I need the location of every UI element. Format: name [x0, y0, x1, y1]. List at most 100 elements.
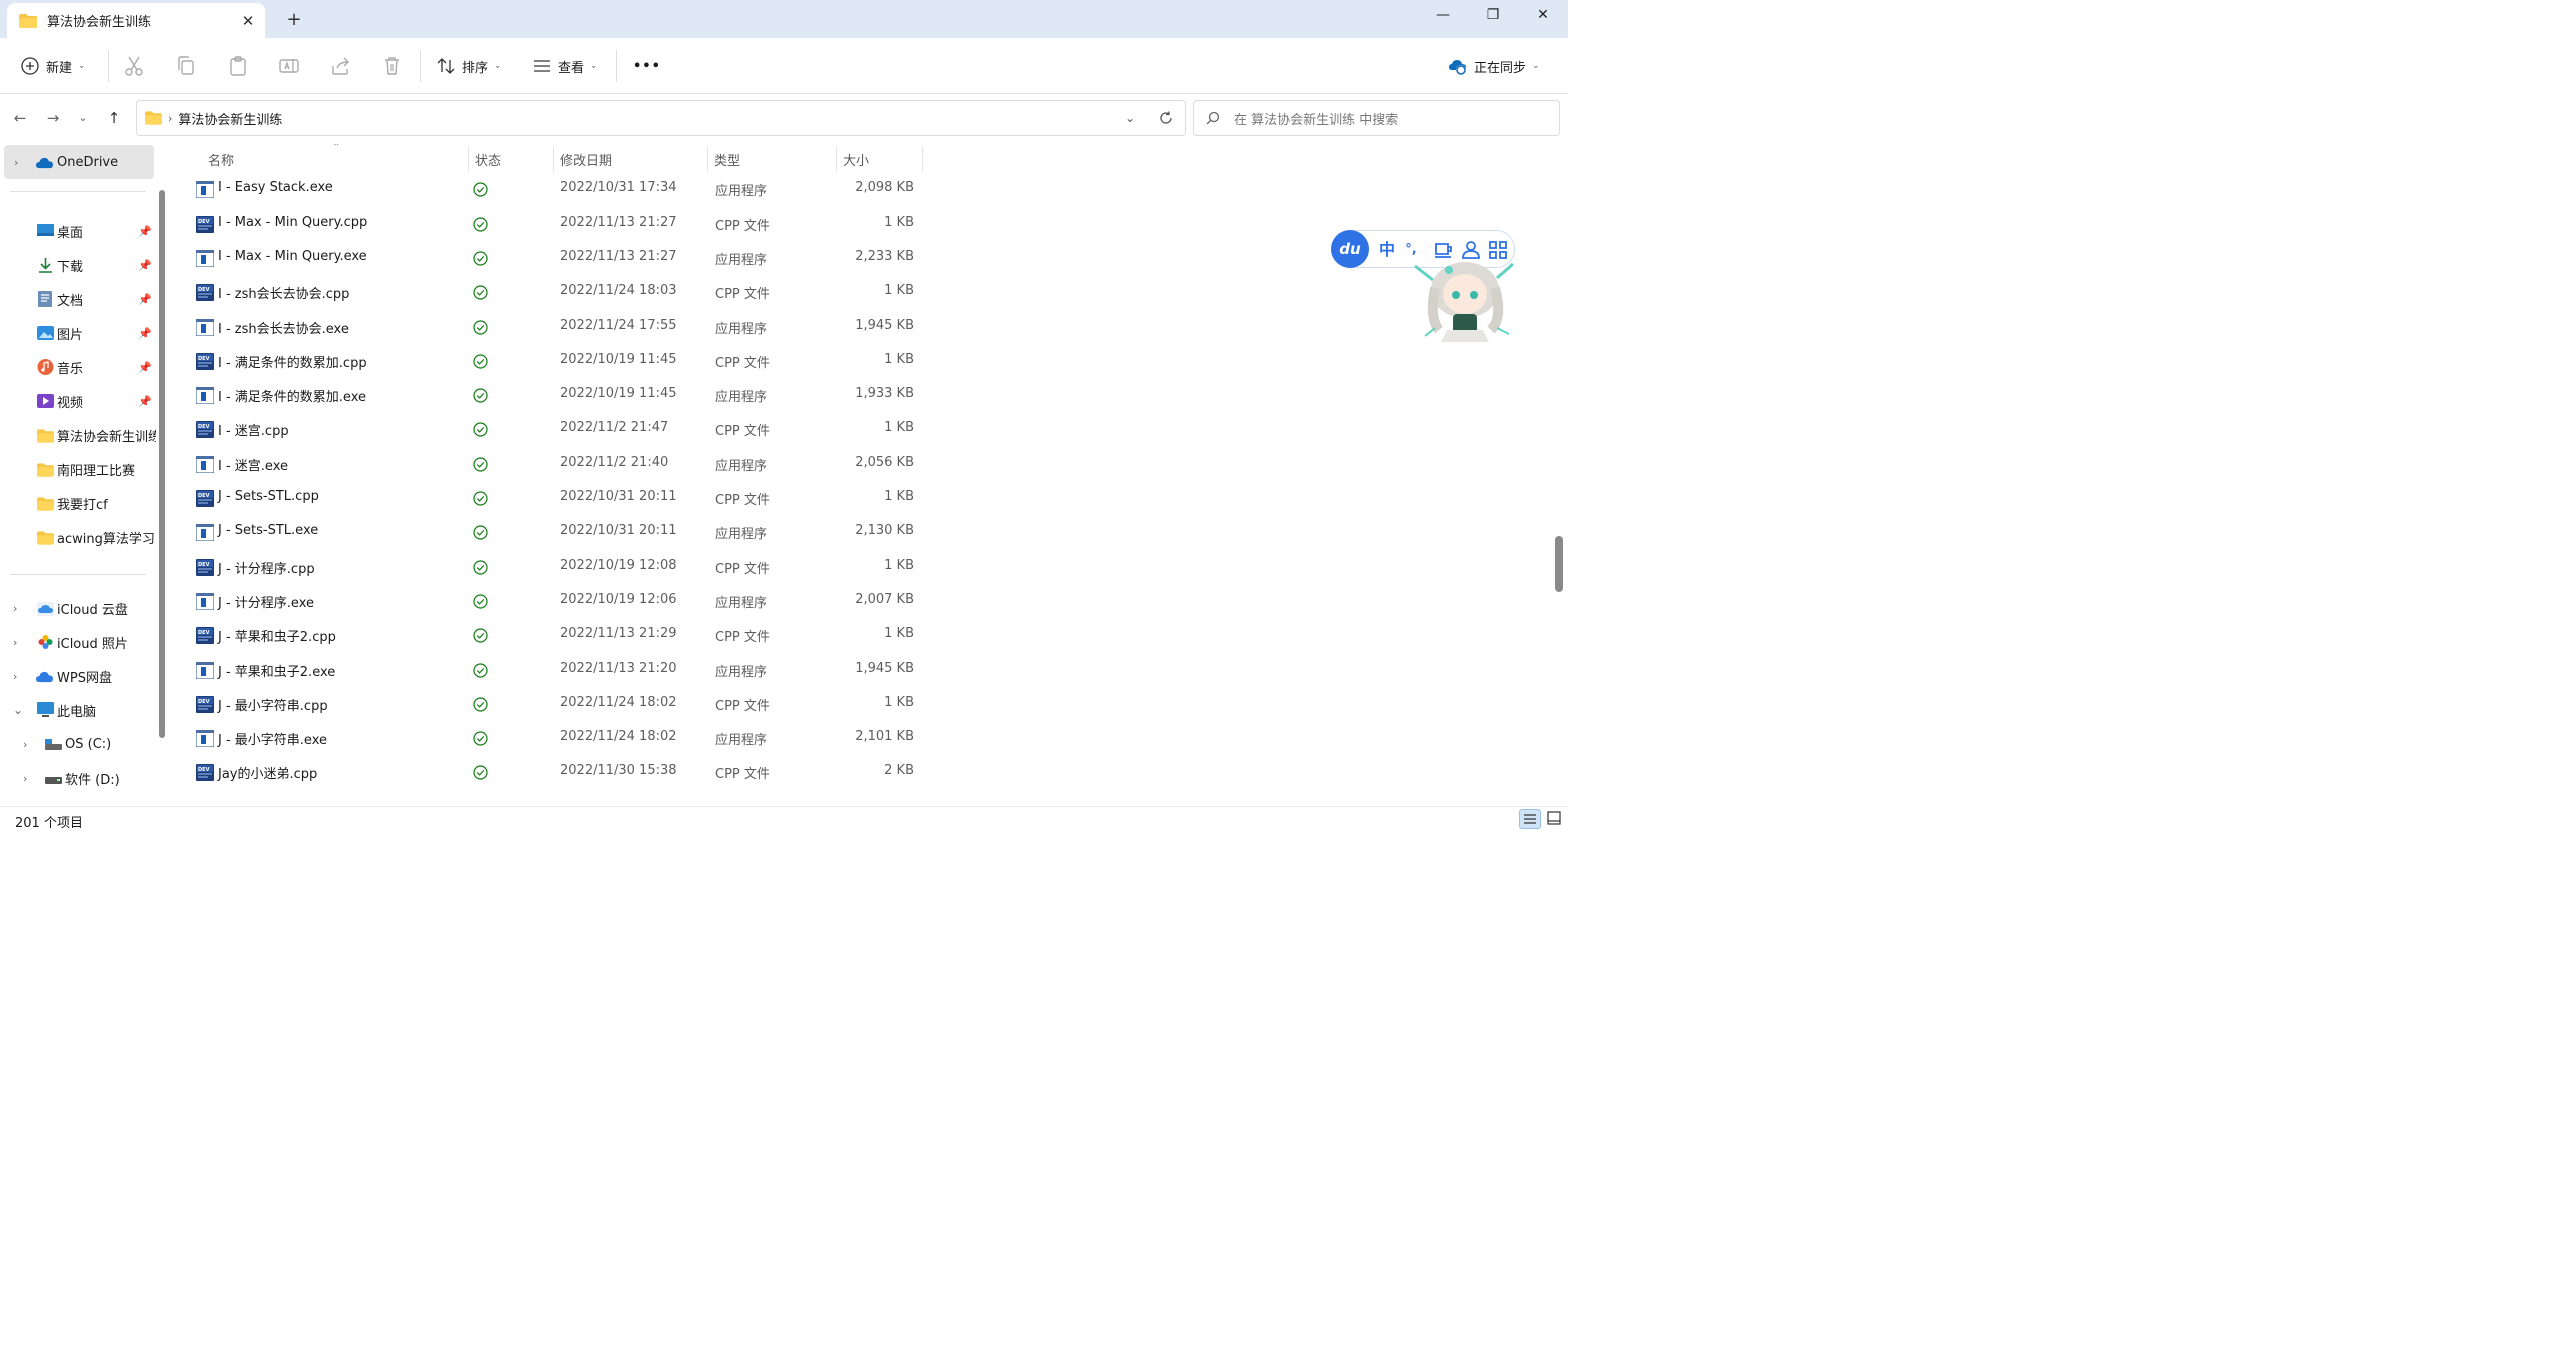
file-row[interactable]: DEV J - 最小字符串.cpp 2022/11/24 18:02 CPP 文件 1 …: [190, 687, 950, 721]
sidebar-item-icloud-photos[interactable]: › iCloud 照片: [0, 625, 156, 659]
sidebar-item-onedrive[interactable]: › OneDrive: [4, 145, 154, 179]
file-row[interactable]: I - 迷宫.exe 2022/11/2 21:40 应用程序 2,056 KB: [190, 447, 950, 481]
file-name[interactable]: J - 计分程序.cpp: [218, 558, 315, 577]
file-name[interactable]: I - Max - Min Query.cpp: [218, 215, 367, 230]
file-row[interactable]: DEV J - 计分程序.cpp 2022/10/19 12:08 CPP 文件 1 K…: [190, 550, 950, 584]
recent-locations-icon[interactable]: ⌄: [71, 106, 95, 130]
sidebar-item-wps-cloud[interactable]: › WPS网盘: [0, 659, 156, 693]
file-row[interactable]: DEV J - Sets-STL.cpp 2022/10/31 20:11 CPP 文…: [190, 481, 950, 515]
file-name[interactable]: J - 最小字符串.exe: [218, 729, 327, 748]
chevron-down-icon[interactable]: ⌄: [13, 703, 23, 717]
file-row[interactable]: DEV I - 满足条件的数累加.cpp 2022/10/19 11:45 CPP 文…: [190, 344, 950, 378]
file-name[interactable]: I - 满足条件的数累加.cpp: [218, 352, 367, 371]
rename-icon[interactable]: [277, 54, 301, 78]
chevron-right-icon[interactable]: ›: [23, 738, 27, 751]
maximize-button[interactable]: ❐: [1468, 0, 1518, 30]
back-icon[interactable]: ←: [8, 106, 32, 130]
file-row[interactable]: J - Sets-STL.exe 2022/10/31 20:11 应用程序 2,13…: [190, 515, 950, 549]
refresh-icon[interactable]: [1159, 111, 1173, 125]
sidebar-item-folder[interactable]: acwing算法学习: [0, 520, 156, 554]
ime-mascot-image[interactable]: [1405, 258, 1523, 350]
delete-icon[interactable]: [380, 54, 404, 78]
address-dropdown-icon[interactable]: ⌄: [1125, 111, 1135, 125]
column-header-size[interactable]: 大小: [843, 150, 869, 169]
sidebar-item-documents[interactable]: 文档 📌: [0, 282, 156, 316]
chevron-right-icon[interactable]: ›: [13, 602, 17, 615]
chevron-right-icon[interactable]: ›: [23, 772, 27, 785]
minimize-button[interactable]: —: [1418, 0, 1468, 30]
sidebar-item-videos[interactable]: 视频 📌: [0, 384, 156, 418]
sidebar-item-music[interactable]: 音乐 📌: [0, 350, 156, 384]
sidebar-item-pictures[interactable]: 图片 📌: [0, 316, 156, 350]
file-row[interactable]: J - 最小字符串.exe 2022/11/24 18:02 应用程序 2,101 K…: [190, 721, 950, 755]
file-name[interactable]: I - 迷宫.exe: [218, 455, 288, 474]
cut-icon[interactable]: [122, 54, 146, 78]
new-button[interactable]: 新建 ⌄: [20, 50, 86, 82]
paste-icon[interactable]: [226, 54, 250, 78]
file-name[interactable]: J - 计分程序.exe: [218, 592, 314, 611]
share-icon[interactable]: [329, 54, 353, 78]
new-tab-button[interactable]: +: [281, 7, 307, 33]
file-row[interactable]: DEV I - Max - Min Query.cpp 2022/11/13 21:…: [190, 207, 950, 241]
sidebar-item-folder[interactable]: 算法协会新生训练: [0, 418, 156, 452]
sidebar-item-downloads[interactable]: 下载 📌: [0, 248, 156, 282]
chevron-right-icon[interactable]: ›: [13, 636, 17, 649]
breadcrumb-current[interactable]: 算法协会新生训练: [178, 109, 282, 128]
search-input[interactable]: 在 算法协会新生训练 中搜索: [1193, 100, 1560, 136]
forward-icon[interactable]: →: [41, 106, 65, 130]
chevron-right-icon[interactable]: ›: [13, 670, 17, 683]
more-options-button[interactable]: •••: [633, 50, 661, 82]
file-row[interactable]: DEV I - zsh会长去协会.cpp 2022/11/24 18:03 CPP 文…: [190, 275, 950, 309]
sidebar-item-this-pc[interactable]: ⌄ 此电脑: [0, 693, 156, 727]
scrollbar-thumb[interactable]: [1555, 536, 1563, 592]
file-name[interactable]: J - Sets-STL.exe: [218, 523, 318, 538]
details-view-button[interactable]: [1519, 809, 1541, 829]
view-button[interactable]: 查看 ⌄: [532, 50, 598, 82]
sidebar-item-drive-d[interactable]: › 软件 (D:): [0, 761, 156, 795]
sidebar-scrollbar[interactable]: [159, 190, 165, 738]
address-bar[interactable]: › 算法协会新生训练 ⌄: [136, 100, 1186, 136]
file-name[interactable]: I - zsh会长去协会.exe: [218, 318, 349, 337]
ime-language-toggle[interactable]: 中: [1376, 239, 1398, 261]
file-row[interactable]: J - 计分程序.exe 2022/10/19 12:06 应用程序 2,007 KB: [190, 584, 950, 618]
file-row[interactable]: I - Easy Stack.exe 2022/10/31 17:34 应用程序 2,…: [190, 172, 950, 206]
column-divider[interactable]: [553, 146, 554, 172]
sidebar-item-folder[interactable]: 南阳理工比赛: [0, 452, 156, 486]
sidebar-item-icloud-drive[interactable]: › iCloud 云盘: [0, 591, 156, 625]
column-divider[interactable]: [707, 146, 708, 172]
file-name[interactable]: J - 最小字符串.cpp: [218, 695, 328, 714]
file-name[interactable]: I - 迷宫.cpp: [218, 420, 289, 439]
file-name[interactable]: I - Easy Stack.exe: [218, 180, 333, 195]
file-row[interactable]: J - 苹果和虫子2.exe 2022/11/13 21:20 应用程序 1,945 …: [190, 653, 950, 687]
sort-button[interactable]: 排序 ⌄: [436, 50, 502, 82]
column-divider[interactable]: [468, 146, 469, 172]
sidebar-item-drive-c[interactable]: › OS (C:): [0, 727, 156, 761]
copy-icon[interactable]: [174, 54, 198, 78]
file-row[interactable]: I - zsh会长去协会.exe 2022/11/24 17:55 应用程序 1,94…: [190, 310, 950, 344]
file-name[interactable]: I - zsh会长去协会.cpp: [218, 283, 349, 302]
column-divider[interactable]: [922, 146, 923, 172]
column-header-modified[interactable]: 修改日期: [560, 150, 612, 169]
file-list-scrollbar[interactable]: [1552, 144, 1568, 806]
sidebar-item-desktop[interactable]: 桌面 📌: [0, 214, 156, 248]
file-row[interactable]: I - Max - Min Query.exe 2022/11/13 21:27 应…: [190, 241, 950, 275]
sidebar-item-folder[interactable]: 我要打cf: [0, 486, 156, 520]
sync-status-button[interactable]: 正在同步 ⌄: [1448, 50, 1540, 82]
tiles-view-button[interactable]: [1544, 809, 1564, 829]
column-header-type[interactable]: 类型: [714, 150, 740, 169]
file-row[interactable]: DEV J - 苹果和虫子2.cpp 2022/11/13 21:29 CPP 文件 1…: [190, 618, 950, 652]
column-header-status[interactable]: 状态: [475, 150, 501, 169]
file-row[interactable]: I - 满足条件的数累加.exe 2022/10/19 11:45 应用程序 1,93…: [190, 378, 950, 412]
close-tab-icon[interactable]: ✕: [231, 12, 265, 30]
column-divider[interactable]: [836, 146, 837, 172]
file-name[interactable]: I - 满足条件的数累加.exe: [218, 386, 366, 405]
up-icon[interactable]: ↑: [102, 106, 126, 130]
baidu-ime-logo[interactable]: du: [1331, 230, 1369, 268]
file-name[interactable]: J - 苹果和虫子2.cpp: [218, 626, 336, 645]
file-row[interactable]: DEV Jay的小迷弟.cpp 2022/11/30 15:38 CPP 文件 2 KB: [190, 755, 950, 789]
chevron-right-icon[interactable]: ›: [14, 156, 18, 169]
tab-current-folder[interactable]: 算法协会新生训练 ✕: [7, 3, 265, 38]
file-row[interactable]: DEV I - 迷宫.cpp 2022/11/2 21:47 CPP 文件 1 KB: [190, 412, 950, 446]
file-name[interactable]: Jay的小迷弟.cpp: [218, 763, 317, 782]
close-window-button[interactable]: ✕: [1518, 0, 1568, 30]
